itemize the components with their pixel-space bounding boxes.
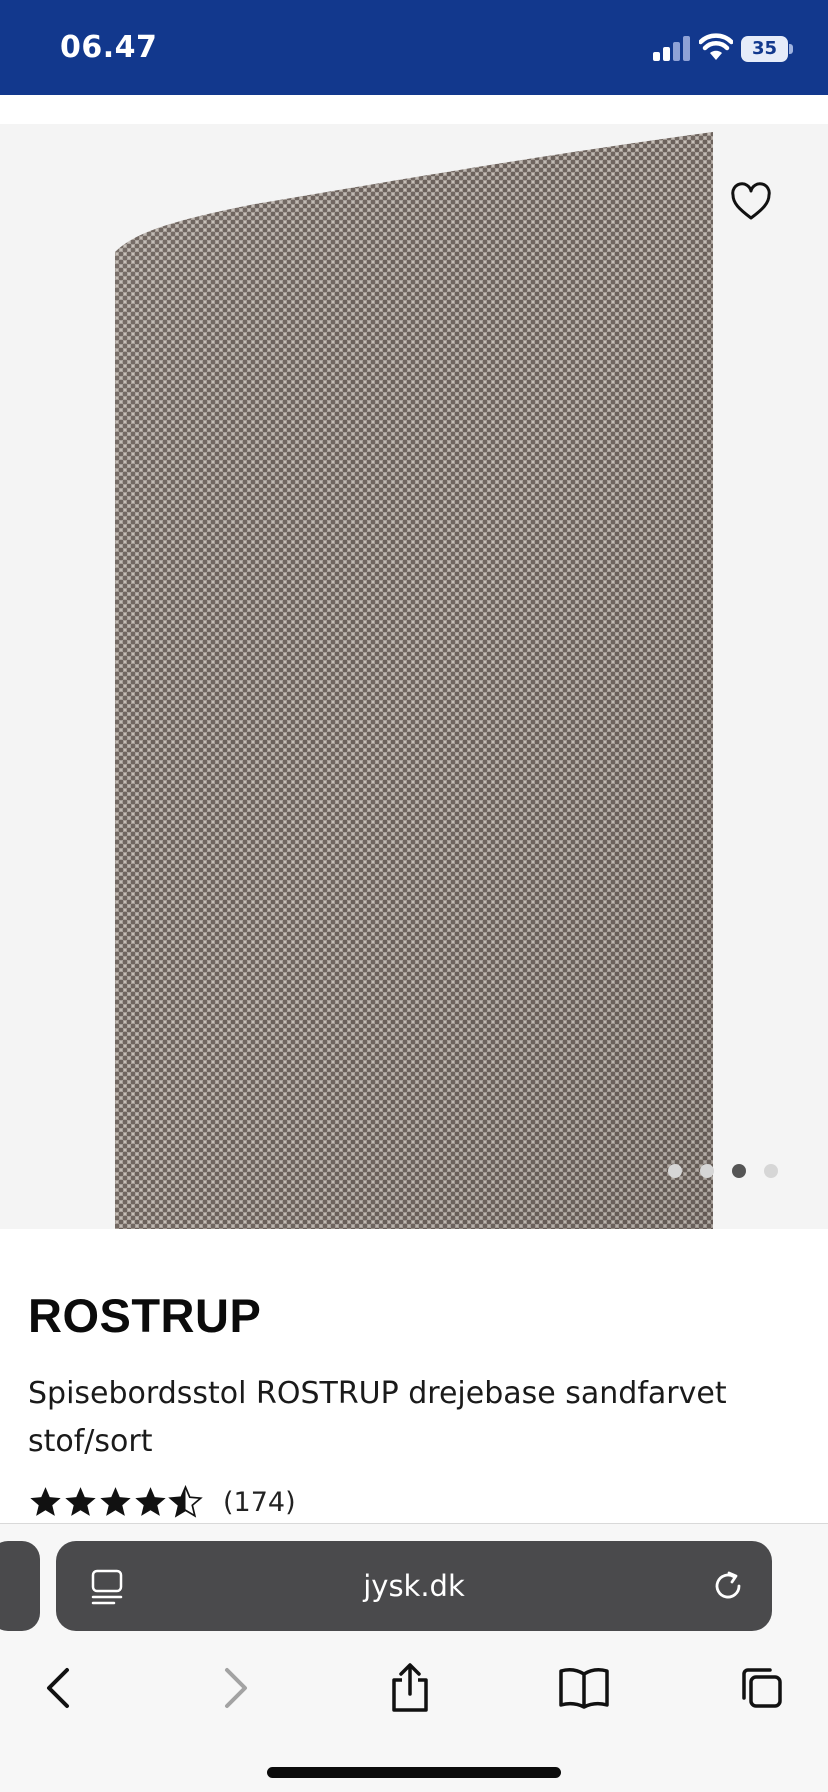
back-button[interactable] — [28, 1658, 88, 1718]
tabs-button[interactable] — [730, 1658, 790, 1718]
review-count[interactable]: (174) — [223, 1487, 296, 1518]
pagination-dot-active[interactable] — [732, 1164, 746, 1178]
share-icon — [392, 1663, 428, 1712]
battery-icon: 35 — [741, 36, 793, 62]
pagination-dot[interactable] — [764, 1164, 778, 1178]
star-filled-icon — [135, 1487, 166, 1516]
chevron-left-icon — [47, 1668, 69, 1708]
browser-toolbar: jysk.dk — [0, 1523, 828, 1792]
status-bar: 06.47 35 — [0, 0, 828, 95]
star-half-icon — [168, 1485, 203, 1518]
pagination-dot[interactable] — [668, 1164, 682, 1178]
product-image[interactable] — [115, 132, 713, 1229]
product-description: Spisebordsstol ROSTRUP drejebase sandfar… — [28, 1376, 727, 1459]
battery-level: 35 — [751, 38, 778, 59]
star-filled-icon — [65, 1487, 96, 1516]
cellular-signal-icon — [653, 36, 690, 61]
image-pagination-dots — [668, 1164, 796, 1184]
product-title: ROSTRUP — [28, 1289, 262, 1342]
home-indicator[interactable] — [267, 1767, 561, 1778]
url-text[interactable]: jysk.dk — [56, 1541, 772, 1631]
tabs-icon — [742, 1668, 782, 1708]
product-rating[interactable]: (174) — [28, 1484, 296, 1520]
book-icon — [559, 1668, 609, 1709]
pagination-dot[interactable] — [700, 1164, 714, 1178]
rating-stars — [28, 1485, 203, 1519]
share-button[interactable] — [380, 1658, 440, 1718]
bookmarks-button[interactable] — [554, 1658, 614, 1718]
star-filled-icon — [30, 1487, 61, 1516]
forward-button[interactable] — [206, 1658, 266, 1718]
product-image-gallery[interactable] — [0, 124, 828, 1229]
address-bar[interactable]: jysk.dk — [56, 1541, 772, 1631]
previous-tab-peek[interactable] — [0, 1541, 40, 1631]
reload-icon[interactable] — [710, 1568, 746, 1604]
star-filled-icon — [100, 1487, 131, 1516]
status-time: 06.47 — [60, 30, 158, 65]
battery-nub — [789, 44, 793, 54]
fabric-texture-image — [115, 132, 713, 1229]
wifi-icon — [699, 33, 733, 60]
heart-outline-icon[interactable] — [729, 181, 773, 225]
chevron-right-icon — [225, 1668, 247, 1708]
